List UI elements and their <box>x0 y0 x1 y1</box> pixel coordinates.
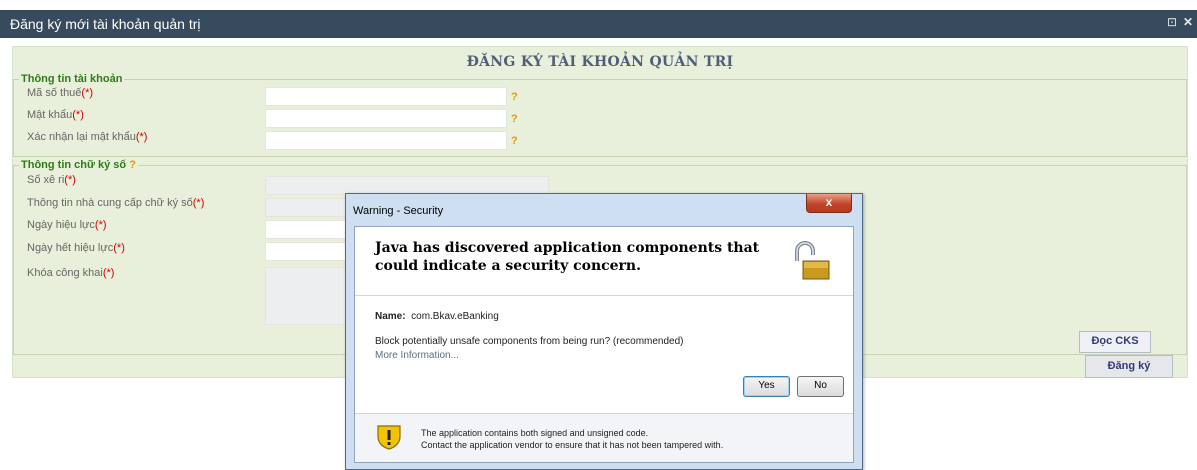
provider-input <box>265 198 357 217</box>
confirm-password-input[interactable] <box>265 131 507 150</box>
confirm-password-label: Xác nhận lại mật khẩu(*) <box>27 131 148 143</box>
dialog-footer: The application contains both signed and… <box>355 413 853 462</box>
password-help-icon[interactable]: ? <box>511 113 518 125</box>
valid-from-input[interactable] <box>265 220 357 239</box>
restore-icon[interactable]: ⊡ <box>1167 15 1177 29</box>
security-warning-dialog: Warning - Security x Java has discovered… <box>345 193 863 470</box>
tax-code-label: Mã số thuế(*) <box>27 87 94 99</box>
password-input[interactable] <box>265 109 507 128</box>
dialog-separator <box>355 295 853 296</box>
signature-info-legend: Thông tin chữ ký số ? <box>19 159 138 171</box>
signature-help-icon[interactable]: ? <box>129 159 136 171</box>
password-label: Mật khẩu(*) <box>27 109 84 121</box>
provider-label: Thông tin nhà cung cấp chữ ký số(*) <box>27 197 205 209</box>
footer-line-2: Contact the application vendor to ensure… <box>421 440 724 450</box>
warning-shield-icon <box>377 425 401 450</box>
form-title: ĐĂNG KÝ TÀI KHOẢN QUẢN TRỊ <box>466 54 734 70</box>
block-question: Block potentially unsafe components from… <box>375 336 684 347</box>
valid-from-label: Ngày hiệu lực(*) <box>27 219 107 231</box>
tax-code-input[interactable] <box>265 87 507 106</box>
public-key-label: Khóa công khai(*) <box>27 267 115 279</box>
serial-label: Số xê ri(*) <box>27 174 76 186</box>
account-info-legend: Thông tin tài khoản <box>19 73 125 85</box>
footer-line-1: The application contains both signed and… <box>421 428 649 438</box>
dialog-close-button[interactable]: x <box>806 194 852 213</box>
window-title: Đăng ký mới tài khoản quản trị <box>10 16 201 32</box>
padlock-unlocked-icon <box>795 241 830 280</box>
register-button[interactable]: Đăng ký <box>1085 355 1173 378</box>
valid-to-input[interactable] <box>265 242 357 261</box>
account-info-fieldset <box>13 79 1187 157</box>
public-key-textarea <box>265 267 357 325</box>
valid-to-label: Ngày hết hiệu lực(*) <box>27 242 125 254</box>
dialog-title: Warning - Security <box>353 205 444 217</box>
confirm-password-help-icon[interactable]: ? <box>511 135 518 147</box>
dialog-headline: Java has discovered application componen… <box>375 240 760 274</box>
no-button[interactable]: No <box>797 376 844 397</box>
close-icon[interactable]: ✕ <box>1183 15 1193 29</box>
component-name: Name: com.Bkav.eBanking <box>375 311 499 322</box>
window-titlebar: Đăng ký mới tài khoản quản trị ⊡ ✕ <box>0 10 1197 38</box>
tax-code-help-icon[interactable]: ? <box>511 91 518 103</box>
read-cert-button[interactable]: Đọc CKS <box>1079 331 1151 353</box>
dialog-body: Java has discovered application componen… <box>354 226 854 463</box>
yes-button[interactable]: Yes <box>743 376 790 397</box>
more-information-link[interactable]: More Information... <box>375 350 459 361</box>
